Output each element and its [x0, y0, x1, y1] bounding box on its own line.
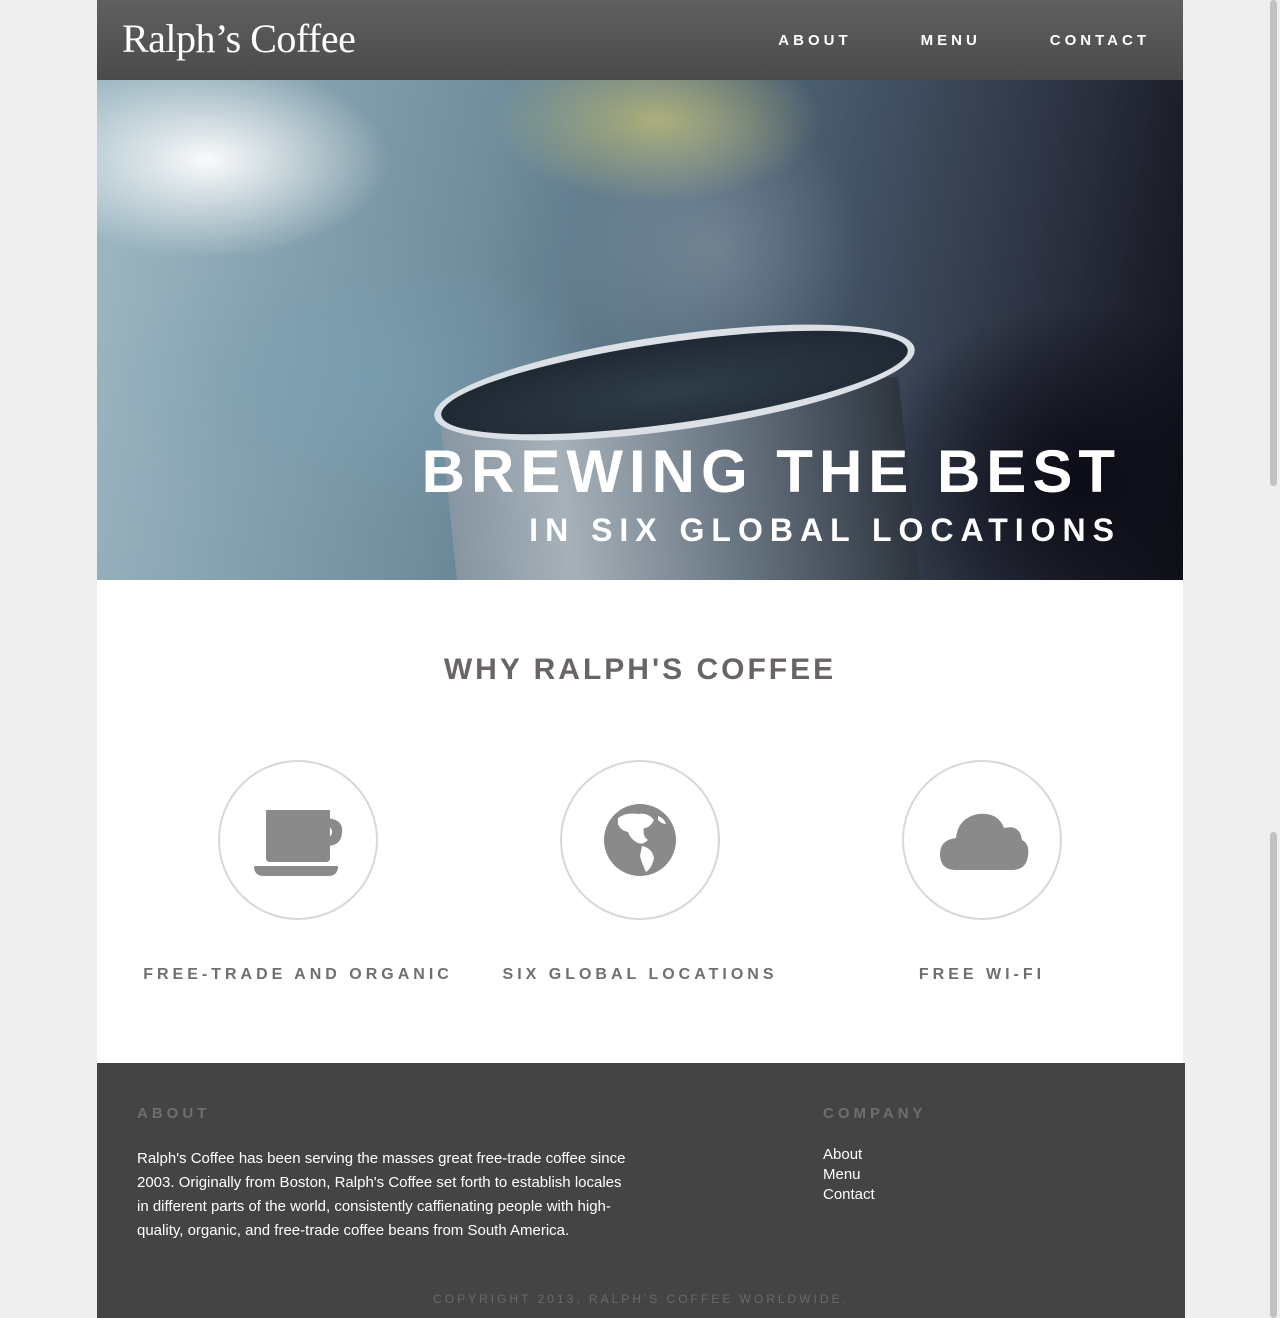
- globe-icon: [604, 804, 676, 876]
- scrollbar-thumb[interactable]: [1270, 0, 1277, 486]
- footer-company-heading: COMPANY: [823, 1105, 927, 1122]
- feature-label: SIX GLOBAL LOCATIONS: [502, 966, 778, 983]
- feature-icon-circle: [218, 760, 378, 920]
- scrollbar-thumb[interactable]: [1270, 832, 1277, 1318]
- footer-link-about[interactable]: About: [823, 1145, 875, 1165]
- site-logo[interactable]: Ralph’s Coffee: [122, 14, 356, 64]
- footer-about-heading: ABOUT: [137, 1105, 211, 1122]
- feature-icon-circle: [902, 760, 1062, 920]
- nav-link-menu[interactable]: MENU: [921, 32, 981, 49]
- footer-links: About Menu Contact: [823, 1145, 875, 1205]
- nav-link-about[interactable]: ABOUT: [778, 32, 851, 49]
- coffee-cup-icon: [254, 810, 343, 876]
- feature-label: FREE WI-FI: [918, 966, 1046, 983]
- feature-locations: SIX GLOBAL LOCATIONS: [480, 760, 800, 984]
- features-title: WHY RALPH'S COFFEE: [443, 653, 837, 686]
- hero-subtitle: IN SIX GLOBAL LOCATIONS: [529, 512, 1121, 548]
- site-header: Ralph’s Coffee ABOUT MENU CONTACT: [97, 0, 1183, 80]
- nav-link-contact[interactable]: CONTACT: [1050, 32, 1150, 49]
- page-scrollbar[interactable]: [1268, 0, 1280, 1318]
- copyright-text: COPYRIGHT 2013, RALPH'S COFFEE WORLDWIDE…: [433, 1292, 849, 1306]
- main-nav: ABOUT MENU CONTACT: [778, 0, 1150, 80]
- hero-banner: BREWING THE BEST IN SIX GLOBAL LOCATIONS: [97, 80, 1183, 580]
- feature-wifi: FREE WI-FI: [822, 760, 1142, 984]
- feature-icon-circle: [560, 760, 720, 920]
- feature-label: FREE-TRADE AND ORGANIC: [143, 966, 453, 983]
- footer-link-contact[interactable]: Contact: [823, 1185, 875, 1205]
- page: Ralph’s Coffee ABOUT MENU CONTACT BREWIN…: [97, 0, 1185, 1318]
- cloud-icon: [940, 813, 1029, 870]
- site-footer: ABOUT Ralph's Coffee has been serving th…: [97, 1063, 1185, 1318]
- hero-title: BREWING THE BEST: [421, 438, 1121, 505]
- footer-about-text: Ralph's Coffee has been serving the mass…: [137, 1150, 626, 1239]
- feature-free-trade: FREE-TRADE AND ORGANIC: [138, 760, 458, 984]
- footer-link-menu[interactable]: Menu: [823, 1165, 875, 1185]
